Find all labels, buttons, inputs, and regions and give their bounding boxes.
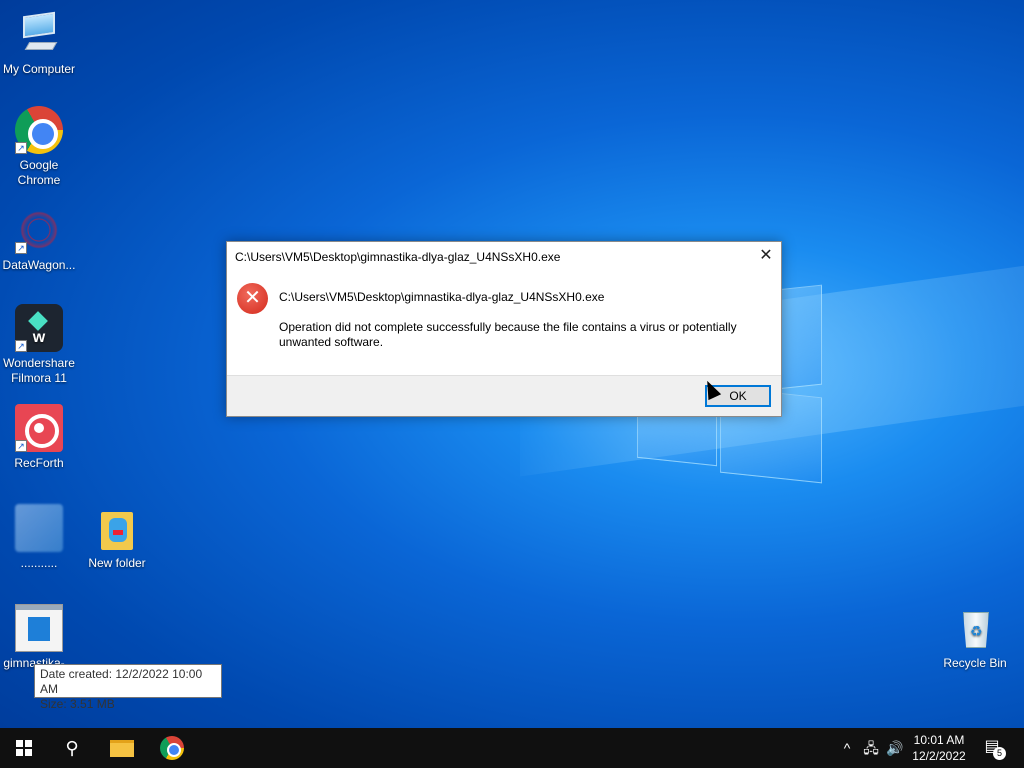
network-icon[interactable]: 🖧 (860, 728, 882, 768)
taskbar: ⚲ ^ 🖧 🔊 10:01 AM 12/2/2022 ▤ 5 (0, 728, 1024, 768)
desktop-icon-my-computer[interactable]: My Computer (0, 10, 78, 77)
clock-date: 12/2/2022 (912, 749, 966, 763)
search-icon[interactable]: ⚲ (48, 728, 96, 768)
unnamed-icon (15, 504, 63, 552)
close-icon[interactable]: ✕ (751, 242, 781, 272)
desktop-icon-label: Recycle Bin (943, 656, 1007, 670)
datawagon-icon: ↗ (15, 206, 63, 254)
error-dialog: C:\Users\VM5\Desktop\gimnastika-dlya-gla… (226, 241, 782, 417)
show-hidden-icons-icon[interactable]: ^ (838, 728, 856, 768)
dialog-file-path: C:\Users\VM5\Desktop\gimnastika-dlya-gla… (279, 290, 605, 304)
desktop-icon-unnamed[interactable]: ........... (0, 504, 78, 571)
shortcut-arrow-icon: ↗ (15, 142, 27, 154)
desktop-icon-label: RecForth (14, 456, 64, 470)
desktop-icon-label: Wondershare Filmora 11 (3, 356, 75, 385)
desktop-icon-recforth[interactable]: ↗ RecForth (0, 404, 78, 471)
desktop-icon-label: New folder (88, 556, 146, 570)
dialog-title-bar[interactable]: C:\Users\VM5\Desktop\gimnastika-dlya-gla… (227, 242, 781, 272)
desktop-icon-new-folder[interactable]: New folder (78, 504, 156, 571)
taskbar-clock[interactable]: 10:01 AM 12/2/2022 (908, 732, 970, 764)
dialog-footer: OK (227, 375, 781, 416)
chrome-icon (160, 736, 184, 760)
tooltip-date-created: Date created: 12/2/2022 10:00 AM (40, 667, 203, 696)
exe-file-icon (15, 604, 63, 652)
desktop-icon-filmora[interactable]: ↗ Wondershare Filmora 11 (0, 304, 78, 386)
folder-icon (93, 504, 141, 552)
tooltip-size: Size: 3.51 MB (40, 697, 115, 711)
error-icon: ✕ (237, 283, 268, 314)
taskbar-file-explorer[interactable] (98, 728, 146, 768)
shortcut-arrow-icon: ↗ (15, 242, 27, 254)
recforth-icon: ↗ (15, 404, 63, 452)
taskbar-chrome[interactable] (148, 728, 196, 768)
desktop-icon-recycle-bin[interactable]: ♻ Recycle Bin (936, 604, 1014, 671)
file-tooltip: Date created: 12/2/2022 10:00 AM Size: 3… (34, 664, 222, 711)
clock-time: 10:01 AM (913, 733, 965, 747)
recycle-bin-icon: ♻ (951, 604, 999, 652)
desktop-icon-gimnastika-exe[interactable]: gimnastika-... (0, 604, 78, 671)
folder-icon (110, 740, 134, 757)
chrome-icon: ↗ (15, 106, 63, 154)
computer-icon (15, 10, 63, 58)
desktop-icon-label: DataWagon... (2, 258, 76, 272)
desktop-icon-label: My Computer (2, 62, 76, 76)
filmora-icon: ↗ (15, 304, 63, 352)
desktop-icon-label: Google Chrome (17, 158, 61, 187)
notification-count-badge: 5 (993, 747, 1006, 760)
dialog-title: C:\Users\VM5\Desktop\gimnastika-dlya-gla… (235, 250, 561, 264)
action-center-button[interactable]: ▤ 5 (978, 736, 1006, 760)
desktop-icon-label: ........... (20, 556, 58, 570)
shortcut-arrow-icon: ↗ (15, 340, 27, 352)
windows-logo-icon (16, 740, 32, 756)
volume-icon[interactable]: 🔊 (884, 728, 906, 768)
dialog-message: Operation did not complete successfully … (279, 320, 737, 349)
desktop-icon-google-chrome[interactable]: ↗ Google Chrome (0, 106, 78, 188)
dialog-body: ✕ C:\Users\VM5\Desktop\gimnastika-dlya-g… (227, 272, 781, 377)
desktop-icon-datawagon[interactable]: ↗ DataWagon... (0, 206, 78, 273)
shortcut-arrow-icon: ↗ (15, 440, 27, 452)
start-button[interactable] (0, 728, 48, 768)
